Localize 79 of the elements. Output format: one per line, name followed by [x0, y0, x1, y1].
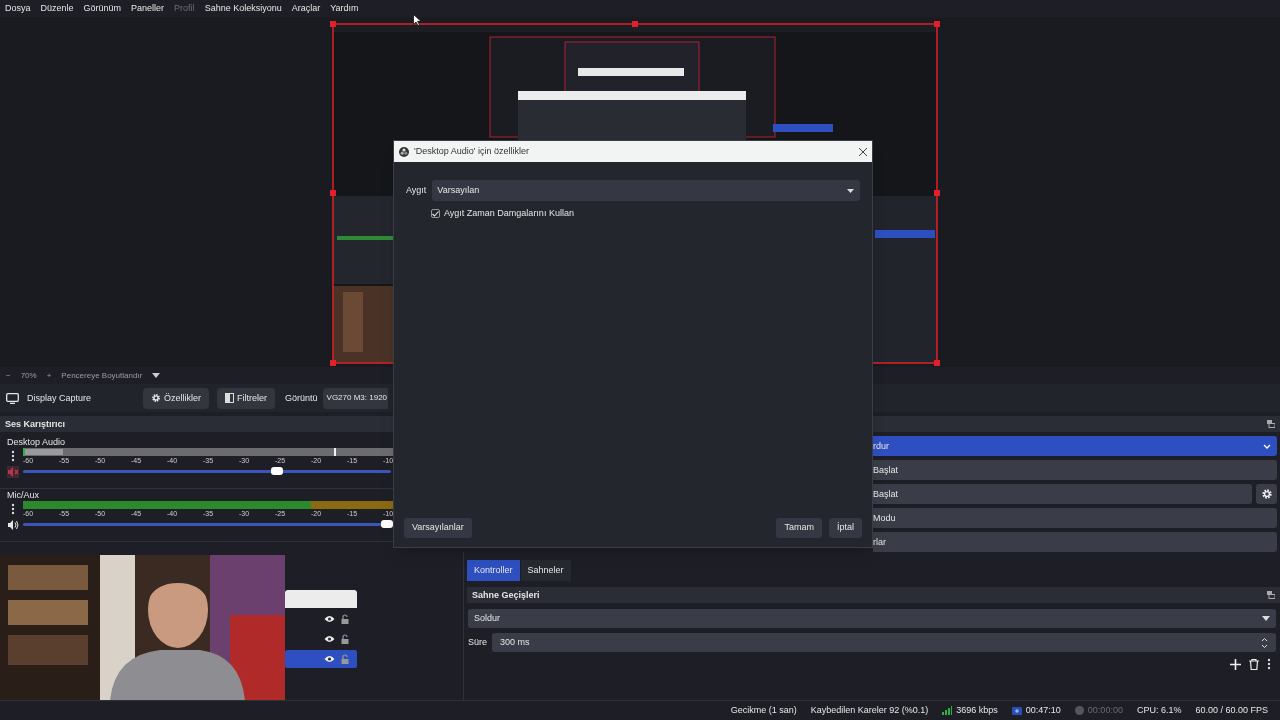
status-text: 60.00 / 60.00 FPS: [1195, 703, 1268, 717]
transition-select[interactable]: Soldur: [468, 609, 1276, 629]
list-header: [285, 590, 357, 609]
chevron-icon: [1263, 443, 1271, 449]
dialog-button[interactable]: İptal: [829, 518, 862, 538]
zoom-in-button[interactable]: +: [46, 369, 52, 382]
source-name: Display Capture: [27, 391, 93, 405]
speaker-icon[interactable]: [7, 519, 19, 532]
zoom-out-button[interactable]: −: [6, 369, 11, 382]
eye-icon[interactable]: [324, 655, 335, 664]
control-button[interactable]: Başlat: [873, 460, 1277, 481]
display-select[interactable]: VG270 M3: 1920: [322, 387, 389, 409]
eye-icon[interactable]: [324, 635, 335, 644]
gear-icon: [1260, 488, 1273, 501]
menu-item[interactable]: Paneller: [131, 1, 165, 16]
menu-item[interactable]: Yardım: [330, 1, 359, 16]
eye-icon[interactable]: [324, 615, 335, 624]
unlocked-icon[interactable]: [341, 634, 349, 645]
caret-icon[interactable]: [152, 372, 161, 379]
undock-icon[interactable]: [1267, 420, 1275, 429]
add-icon[interactable]: [1230, 658, 1241, 670]
properties-button[interactable]: Özellikler: [143, 387, 209, 409]
channel-name: Desktop Audio: [7, 436, 67, 449]
dialog-button[interactable]: Varsayılanlar: [404, 518, 472, 538]
dialog-title: 'Desktop Audio' için özellikler: [414, 144, 530, 158]
volume-slider[interactable]: [23, 519, 391, 530]
menu-item[interactable]: Görünüm: [83, 1, 122, 16]
gear-icon: [151, 393, 161, 404]
dialog-button[interactable]: Tamam: [776, 518, 822, 538]
caret-icon: [1262, 616, 1270, 622]
filters-button[interactable]: Filtreler: [217, 387, 276, 409]
trash-icon[interactable]: [1249, 658, 1259, 670]
unlocked-icon[interactable]: [341, 654, 349, 665]
menu-item[interactable]: Dosya: [5, 1, 31, 16]
dock-title: Sahne Geçişleri: [472, 588, 540, 602]
record-time: 00:00:00: [1087, 703, 1123, 717]
dock-tab[interactable]: Kontroller: [467, 560, 520, 582]
checkbox[interactable]: [431, 209, 440, 219]
monitor-icon: [6, 392, 19, 404]
more-options-icon[interactable]: [11, 503, 15, 516]
close-icon[interactable]: [859, 147, 867, 156]
slider-thumb[interactable]: [270, 467, 283, 476]
bitrate-text: 3696 kbps: [956, 703, 998, 717]
duration-field[interactable]: 300 ms: [492, 633, 1276, 653]
stream-time: 00:47:10: [1025, 703, 1061, 717]
control-button[interactable]: Başlat: [873, 484, 1252, 505]
signal-icon: [942, 706, 953, 715]
spin-arrows-icon: [1261, 636, 1268, 649]
slider-thumb[interactable]: [381, 520, 393, 529]
dock-title: Ses Karıştırıcı: [5, 417, 66, 431]
volume-slider[interactable]: [23, 466, 391, 477]
channel-name: Mic/Aux: [7, 489, 40, 502]
filter-icon: [225, 393, 234, 404]
unlocked-icon[interactable]: [341, 614, 349, 625]
undock-icon[interactable]: [1267, 591, 1275, 600]
status-text: Kaybedilen Kareler 92 (%0.1): [810, 703, 929, 717]
menu-item[interactable]: Araçlar: [291, 1, 321, 16]
status-text: Gecikme (1 san): [730, 703, 797, 717]
status-text: CPU: 6.1%: [1136, 703, 1182, 717]
more-options-icon[interactable]: [1267, 658, 1271, 671]
caret-icon: [847, 188, 854, 193]
fit-button[interactable]: Pencereye Boyutlandır: [61, 369, 143, 382]
control-button[interactable]: rdur: [873, 436, 1277, 457]
cursor-icon: [413, 14, 421, 26]
checkbox-label: Aygıt Zaman Damgalarını Kullan: [444, 207, 574, 220]
more-options-icon[interactable]: [11, 450, 15, 463]
menu-item[interactable]: Düzenle: [40, 1, 74, 16]
control-button[interactable]: rlar: [873, 532, 1277, 553]
display-label: Görüntü: [285, 391, 318, 405]
settings-button[interactable]: [1256, 484, 1277, 505]
control-button[interactable]: Modu: [873, 508, 1277, 529]
app-logo-icon: [399, 146, 409, 157]
dock-tab[interactable]: Sahneler: [520, 560, 571, 582]
menu-item[interactable]: Sahne Koleksiyonu: [204, 1, 282, 16]
device-select[interactable]: Varsayılan: [432, 180, 860, 201]
device-label: Aygıt: [406, 183, 427, 197]
duration-label: Süre: [468, 636, 487, 650]
source-row[interactable]: [285, 650, 357, 669]
zoom-level: 70%: [20, 369, 37, 382]
